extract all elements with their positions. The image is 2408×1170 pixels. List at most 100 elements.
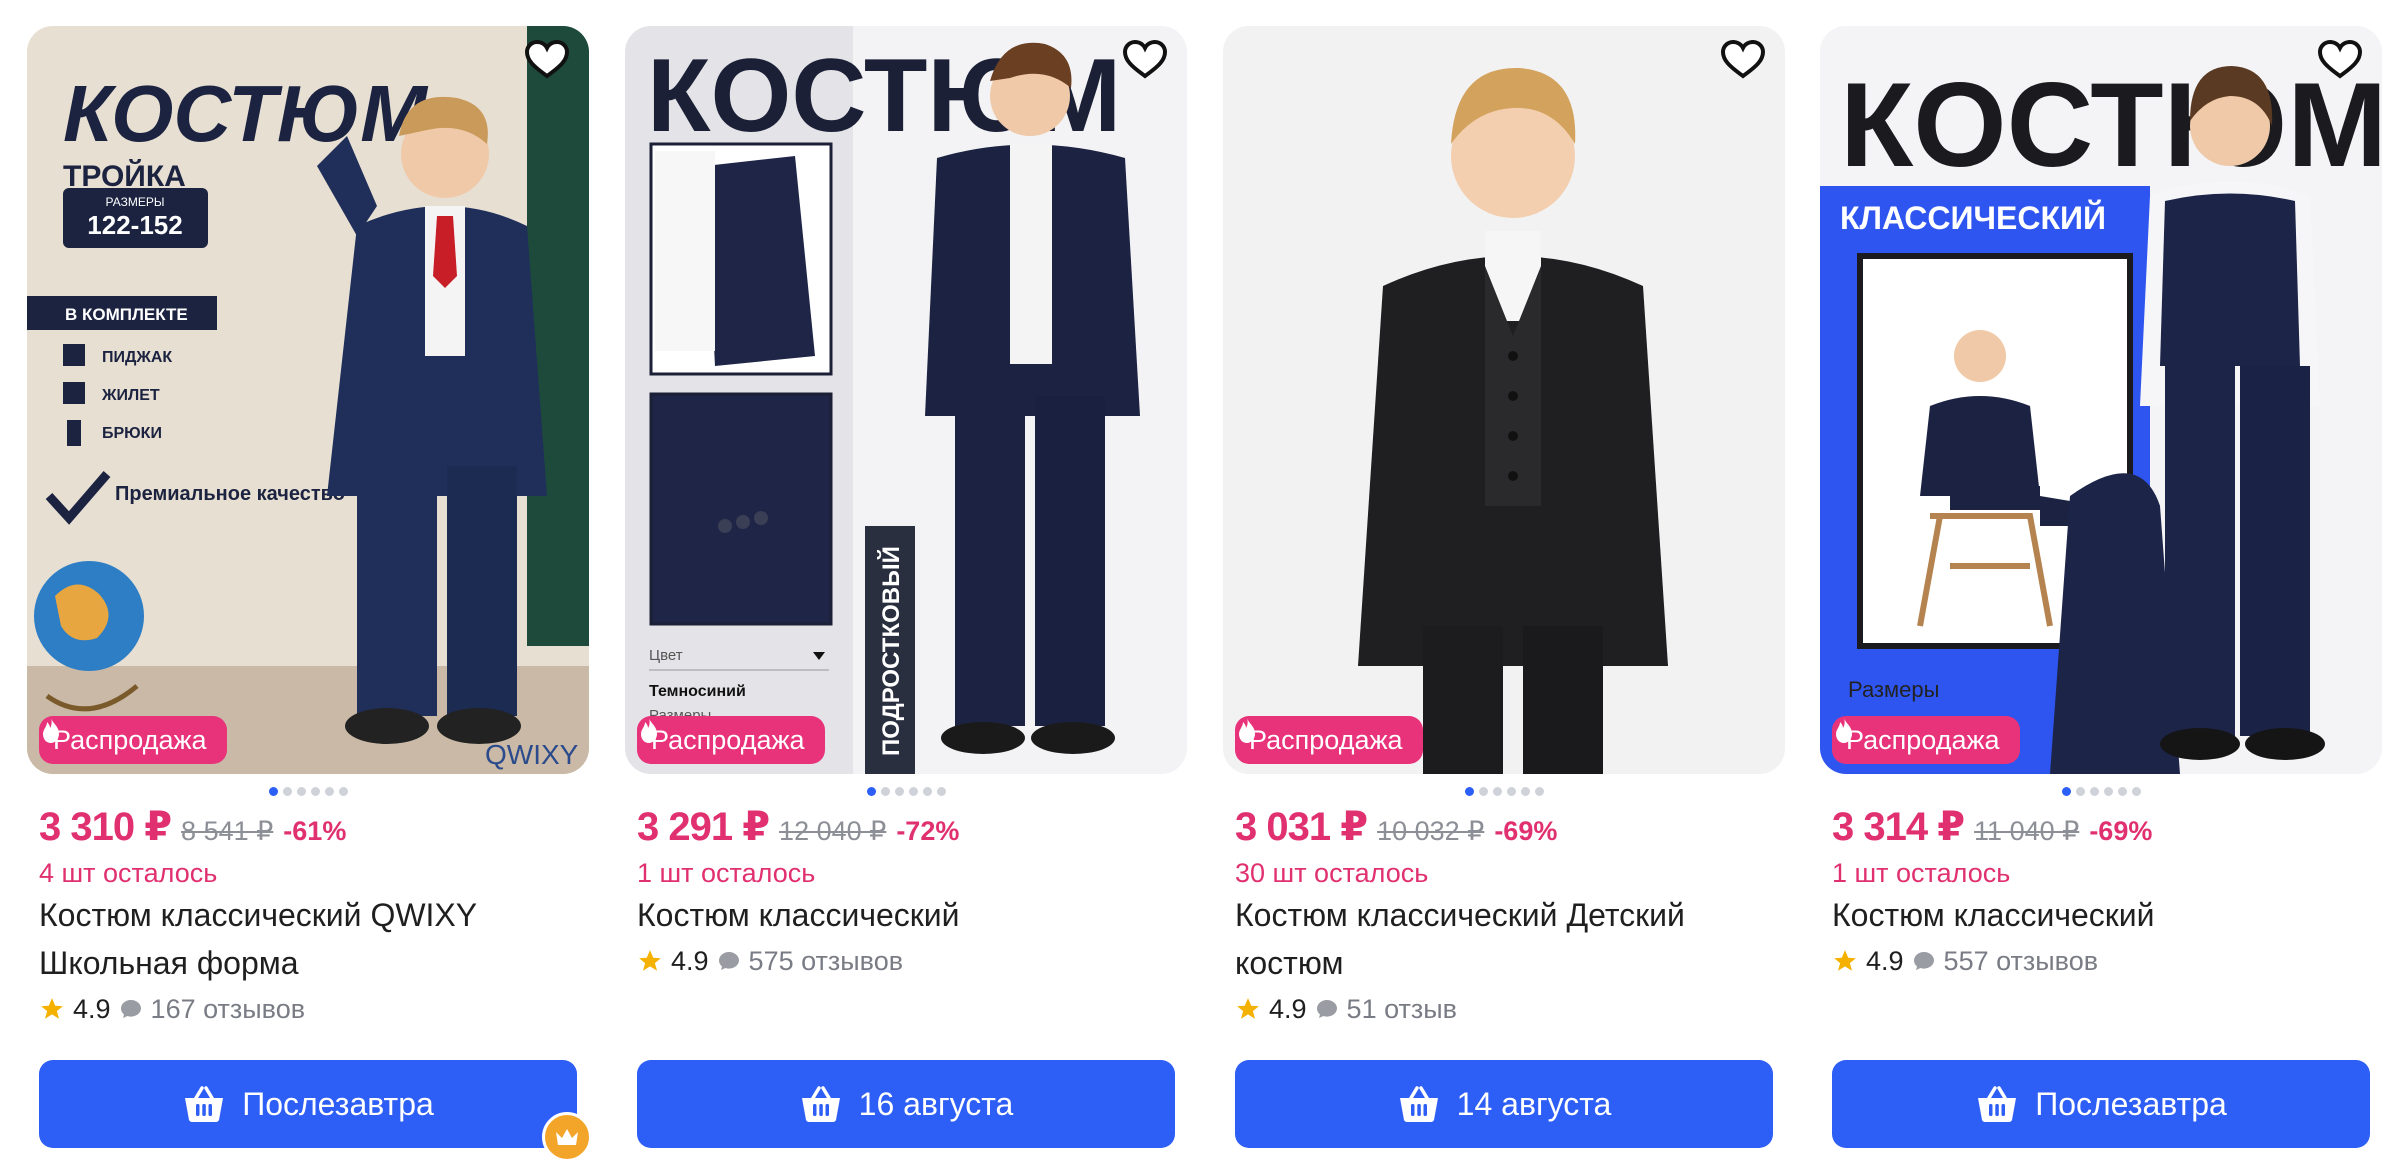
image-subheadline: ТРОЙКА: [63, 159, 186, 193]
pagination-dot[interactable]: [2103, 787, 2113, 796]
add-to-cart-button[interactable]: Послезавтра: [1832, 1060, 2370, 1148]
pagination-dot[interactable]: [296, 787, 306, 796]
pagination-dot[interactable]: [310, 787, 320, 796]
image-sizes: 122-152: [87, 210, 182, 240]
star-icon: [639, 950, 661, 971]
image-sizes-label: Размеры: [1848, 677, 1939, 702]
pagination-dot[interactable]: [1478, 787, 1488, 796]
product-title[interactable]: Костюм классический QWIXY Школьная форма: [39, 891, 577, 987]
star-icon: [1237, 998, 1259, 1019]
reviews-count[interactable]: 167 отзывов: [151, 994, 306, 1025]
product-photo-illustration: КОСТЮМ Цвет Темносиний Размеры ПОДРОСТКО…: [625, 26, 1187, 774]
discount: -69%: [1494, 816, 1558, 846]
fire-icon: [43, 718, 59, 743]
pagination-dot[interactable]: [338, 787, 348, 796]
image-subheadline: КЛАССИЧЕСКИЙ: [1840, 200, 2106, 236]
product-card[interactable]: КОСТЮМ ТРОЙКА РАЗМЕРЫ 122-152 В КОМПЛЕКТ…: [27, 26, 589, 1031]
sale-badge: Распродажа: [39, 716, 227, 764]
basket-icon: [801, 1086, 840, 1122]
sale-badge: Распродажа: [1832, 716, 2020, 764]
fire-icon: [1239, 718, 1255, 743]
pagination-dot[interactable]: [324, 787, 334, 796]
pagination-dot[interactable]: [1492, 787, 1502, 796]
product-image[interactable]: КОСТЮМ Цвет Темносиний Размеры ПОДРОСТКО…: [625, 26, 1187, 774]
fire-icon: [641, 718, 657, 743]
product-image[interactable]: Распродажа: [1223, 26, 1785, 774]
price: 3 291 ₽: [637, 805, 770, 849]
add-to-cart-button[interactable]: 16 августа: [637, 1060, 1175, 1148]
comment-icon: [120, 1000, 141, 1018]
pagination-dot[interactable]: [866, 787, 876, 796]
product-card[interactable]: КОСТЮМ Цвет Темносиний Размеры ПОДРОСТКО…: [625, 26, 1187, 983]
product-card[interactable]: КОСТЮМ КЛАССИЧЕСКИЙ Размеры 110-152: [1820, 26, 2382, 983]
basket-icon: [185, 1086, 224, 1122]
image-pagination-dots: [1820, 787, 2382, 796]
favorite-heart-icon[interactable]: [2318, 40, 2366, 88]
add-to-cart-button[interactable]: Послезавтра: [39, 1060, 577, 1148]
add-to-cart-button[interactable]: 14 августа: [1235, 1060, 1773, 1148]
image-sizes-label: РАЗМЕРЫ: [106, 195, 165, 209]
reviews-count[interactable]: 51 отзыв: [1347, 994, 1457, 1025]
product-image[interactable]: КОСТЮМ КЛАССИЧЕСКИЙ Размеры 110-152: [1820, 26, 2382, 774]
stock-left: 1 шт осталось: [637, 858, 816, 888]
old-price: 10 032 ₽: [1377, 816, 1485, 846]
rating-value: 4.9: [1866, 945, 1904, 976]
star-icon: [1834, 950, 1856, 971]
product-image[interactable]: КОСТЮМ ТРОЙКА РАЗМЕРЫ 122-152 В КОМПЛЕКТ…: [27, 26, 589, 774]
basket-icon: [1399, 1086, 1438, 1122]
price: 3 310 ₽: [39, 805, 172, 849]
image-headline: КОСТЮМ: [1840, 58, 2382, 192]
pagination-dot[interactable]: [2075, 787, 2085, 796]
price: 3 031 ₽: [1235, 805, 1368, 849]
basket-icon: [1978, 1086, 2017, 1122]
pagination-dot[interactable]: [908, 787, 918, 796]
pagination-dot[interactable]: [1506, 787, 1516, 796]
sale-badge-label: Распродажа: [53, 724, 207, 755]
pagination-dot[interactable]: [1520, 787, 1530, 796]
price: 3 314 ₽: [1832, 805, 1965, 849]
favorite-heart-icon[interactable]: [1123, 40, 1171, 88]
image-kit-label: В КОМПЛЕКТЕ: [65, 305, 188, 324]
pagination-dot[interactable]: [2117, 787, 2127, 796]
pagination-dot[interactable]: [282, 787, 292, 796]
pagination-dot[interactable]: [2061, 787, 2071, 796]
fire-icon: [1836, 718, 1852, 743]
rating-row: 4.9 557 отзывов: [1832, 939, 2370, 983]
discount: -69%: [2089, 816, 2153, 846]
delivery-date: Послезавтра: [2035, 1085, 2227, 1122]
image-pagination-dots: [625, 787, 1187, 796]
delivery-date: Послезавтра: [242, 1085, 434, 1122]
rating-row: 4.9 167 отзывов: [39, 987, 577, 1031]
pagination-dot[interactable]: [268, 787, 278, 796]
pagination-dot[interactable]: [880, 787, 890, 796]
comment-icon: [1913, 952, 1934, 970]
pagination-dot[interactable]: [894, 787, 904, 796]
reviews-count[interactable]: 557 отзывов: [1944, 946, 2099, 977]
old-price: 8 541 ₽: [181, 816, 274, 846]
pagination-dot[interactable]: [922, 787, 932, 796]
favorite-heart-icon[interactable]: [1721, 40, 1769, 88]
product-title[interactable]: Костюм классический: [637, 891, 1175, 939]
pagination-dot[interactable]: [1464, 787, 1474, 796]
image-kit-item: ЖИЛЕТ: [101, 387, 160, 404]
old-price: 11 040 ₽: [1974, 816, 2080, 846]
comment-icon: [1316, 1000, 1337, 1018]
product-photo-illustration: КОСТЮМ ТРОЙКА РАЗМЕРЫ 122-152 В КОМПЛЕКТ…: [27, 26, 589, 774]
stock-left: 1 шт осталось: [1832, 858, 2011, 888]
favorite-heart-icon[interactable]: [525, 40, 573, 88]
pagination-dot[interactable]: [2089, 787, 2099, 796]
rating-value: 4.9: [73, 993, 111, 1024]
reviews-count[interactable]: 575 отзывов: [749, 946, 904, 977]
sale-badge: Распродажа: [637, 716, 825, 764]
sale-badge: Распродажа: [1235, 716, 1423, 764]
product-title[interactable]: Костюм классический: [1832, 891, 2370, 939]
delivery-date: 16 августа: [858, 1085, 1014, 1122]
discount: -72%: [896, 816, 960, 846]
pagination-dot[interactable]: [1534, 787, 1544, 796]
pagination-dot[interactable]: [936, 787, 946, 796]
pagination-dot[interactable]: [2131, 787, 2141, 796]
image-headline: КОСТЮМ: [63, 69, 429, 158]
product-card[interactable]: Распродажа 3 031 ₽ 10 032 ₽ -69% 30 шт о…: [1223, 26, 1785, 1031]
product-title[interactable]: Костюм классический Детский костюм: [1235, 891, 1773, 987]
sale-badge-label: Распродажа: [1249, 724, 1403, 755]
